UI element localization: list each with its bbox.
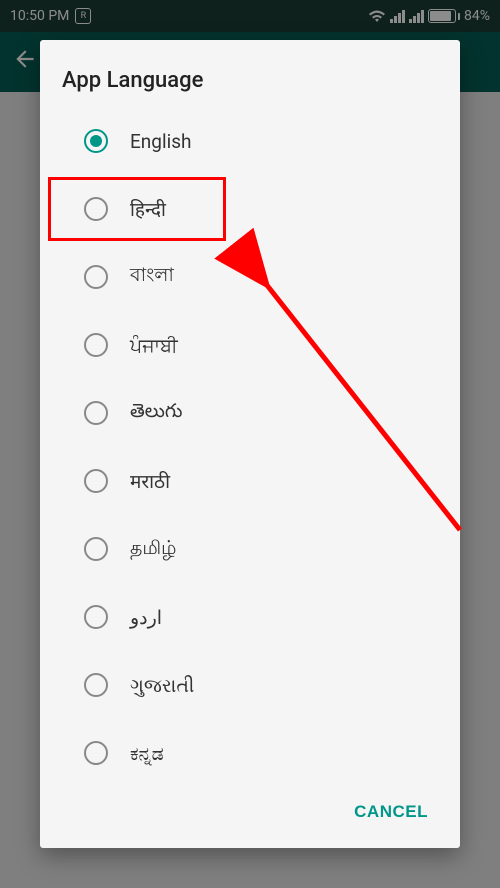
language-option[interactable]: ಕನ್ನಡ [62,719,438,787]
radio-icon [84,673,108,697]
language-label: বাংলা [130,261,174,293]
language-dialog: App Language English हिन्दी বাংলা ਪੰਜਾਬੀ తెల… [40,40,460,848]
language-option[interactable]: ਪੰਜਾਬੀ [62,311,438,379]
radio-icon [84,129,108,153]
language-label: मराठी [130,468,170,494]
radio-icon [84,401,108,425]
language-list: English हिन्दी বাংলা ਪੰਜਾਬੀ తెలుగు मराठी தமிழ்… [62,107,438,788]
language-label: English [130,130,191,153]
language-label: ಕನ್ನಡ [130,742,164,765]
language-option[interactable]: English [62,107,438,175]
dialog-footer: CANCEL [62,788,438,840]
language-label: ગુજરાતી [130,674,194,697]
dialog-title: App Language [62,68,438,93]
radio-icon [84,469,108,493]
radio-icon [84,265,108,289]
language-option[interactable]: اردو [62,583,438,651]
language-option[interactable]: ગુજરાતી [62,651,438,719]
language-label: हिन्दी [130,196,166,222]
language-label: ਪੰਜਾਬੀ [130,334,178,357]
radio-icon [84,605,108,629]
language-label: اردو [130,606,162,629]
radio-icon [84,537,108,561]
language-option[interactable]: தமிழ் [62,515,438,583]
language-label: తెలుగు [130,399,182,427]
language-option[interactable]: मराठी [62,447,438,515]
radio-icon [84,197,108,221]
language-option[interactable]: বাংলা [62,243,438,311]
language-label: தமிழ் [130,536,176,562]
radio-icon [84,333,108,357]
language-option[interactable]: हिन्दी [62,175,438,243]
language-option[interactable]: తెలుగు [62,379,438,447]
cancel-button[interactable]: CANCEL [354,802,428,822]
radio-icon [84,741,108,765]
